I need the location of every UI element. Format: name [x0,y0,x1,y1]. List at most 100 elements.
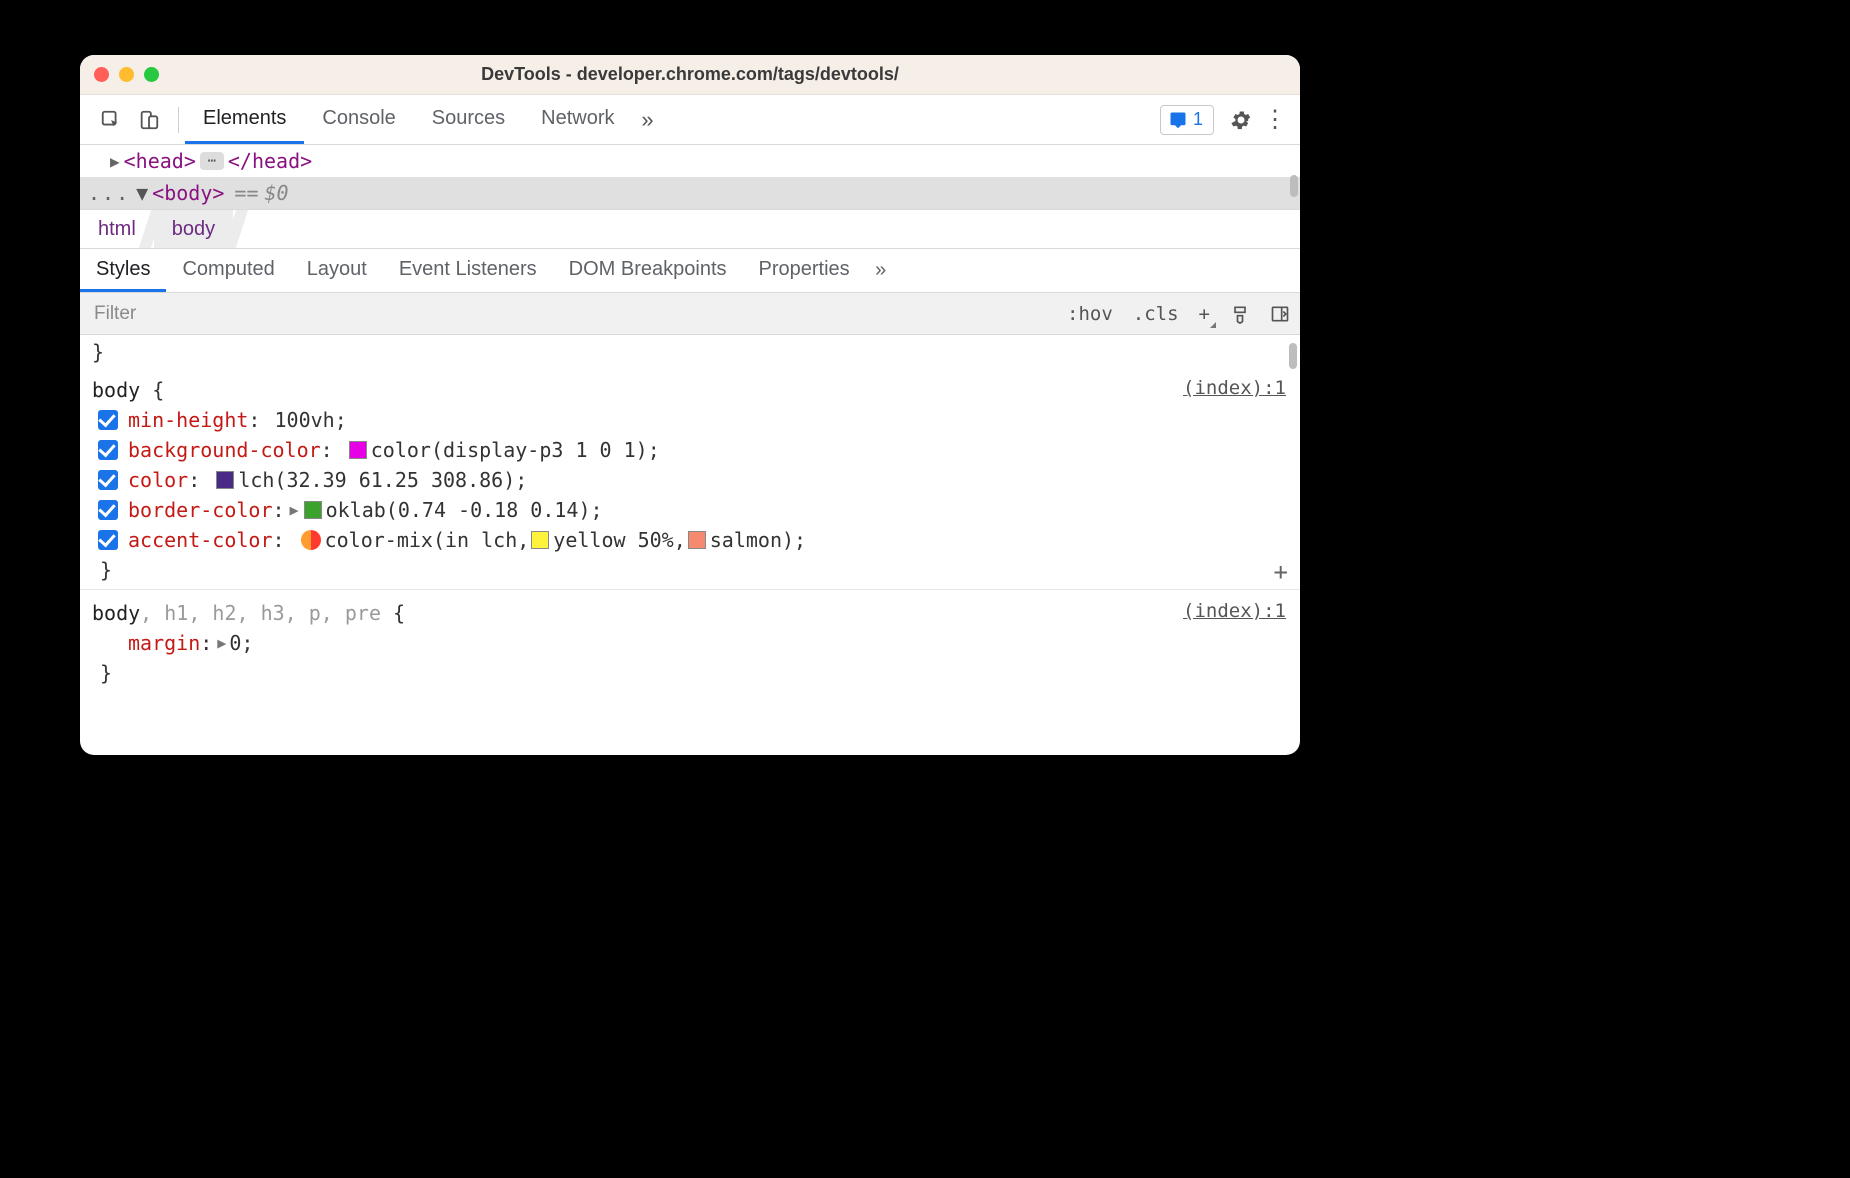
color-swatch-icon[interactable] [349,441,367,459]
styles-pane[interactable]: } (index):1 body { min-height: 100vh; ba… [80,335,1300,755]
decl-accent-color[interactable]: accent-color: color-mix(in lch, yellow 5… [92,525,1288,555]
zoom-window-button[interactable] [144,67,159,82]
prop-value[interactable]: oklab(0.74 -0.18 0.14) [326,495,591,525]
rule-source-link[interactable]: (index):1 [1183,596,1286,626]
subtabs-overflow-icon[interactable]: » [866,249,896,292]
rule-selector[interactable]: body [92,378,140,402]
new-style-rule-button[interactable]: + [1189,293,1220,334]
styles-filter-input[interactable] [80,293,1057,334]
decl-toggle-checkbox[interactable] [98,470,118,490]
prop-value-part[interactable]: color-mix(in lch, [325,525,530,555]
styles-filter-bar: :hov .cls + [80,293,1300,335]
toolbar-separator [178,107,179,133]
prev-rule-close-brace: } [80,335,1300,367]
subtab-dom-breakpoints[interactable]: DOM Breakpoints [553,249,743,292]
subtab-computed[interactable]: Computed [166,249,290,292]
inspect-element-icon[interactable] [96,107,126,133]
cls-toggle[interactable]: .cls [1123,293,1189,334]
color-swatch-icon[interactable] [304,501,322,519]
plus-icon: + [1199,303,1210,325]
color-mix-swatch-icon[interactable] [301,530,321,550]
main-tabs: Elements Console Sources Network » [185,95,663,144]
window-title: DevTools - developer.chrome.com/tags/dev… [80,64,1300,85]
decl-border-color[interactable]: border-color: ▶ oklab(0.74 -0.18 0.14); [92,495,1288,525]
selector-main: body [92,601,140,625]
insert-rule-plus-icon[interactable]: + [1274,557,1288,587]
rule-source-link[interactable]: (index):1 [1183,373,1286,403]
dom-equals: == [234,181,258,205]
tab-network[interactable]: Network [523,95,632,144]
paint-brush-icon[interactable] [1220,293,1260,334]
tab-sources[interactable]: Sources [414,95,523,144]
prop-name[interactable]: background-color [128,435,321,465]
decl-background-color[interactable]: background-color: color(display-p3 1 0 1… [92,435,1288,465]
breadcrumb: html body [80,209,1300,249]
tab-console[interactable]: Console [304,95,413,144]
crumb-body[interactable]: body [154,210,233,248]
hov-toggle[interactable]: :hov [1057,293,1123,334]
color-swatch-icon[interactable] [688,531,706,549]
dom-scrollbar[interactable] [1290,175,1298,197]
close-window-button[interactable] [94,67,109,82]
subtab-event-listeners[interactable]: Event Listeners [383,249,553,292]
decl-color[interactable]: color: lch(32.39 61.25 308.86); [92,465,1288,495]
decl-min-height[interactable]: min-height: 100vh; [92,405,1288,435]
rule-selector[interactable]: body, h1, h2, h3, p, pre [92,601,393,625]
window-controls [94,67,159,82]
expand-value-arrow-icon[interactable]: ▶ [214,628,229,658]
decl-toggle-checkbox[interactable] [98,500,118,520]
brace-close: } [92,555,1288,585]
device-toolbar-icon[interactable] [134,107,164,133]
decl-toggle-checkbox[interactable] [98,530,118,550]
brace-close: } [92,658,1288,688]
titlebar: DevTools - developer.chrome.com/tags/dev… [80,55,1300,95]
prop-name[interactable]: min-height [128,405,248,435]
prop-value[interactable]: 100vh [275,405,335,435]
dom-var-$0: $0 [265,181,289,205]
styles-scrollbar[interactable] [1289,343,1297,369]
issues-count: 1 [1193,109,1203,130]
brace-open: { [152,378,164,402]
expand-arrow-icon[interactable]: ▶ [110,152,120,171]
dom-gutter-dots: ... [88,181,130,205]
subtab-properties[interactable]: Properties [743,249,866,292]
color-swatch-icon[interactable] [531,531,549,549]
dom-tag-head-close: </head> [228,149,312,173]
more-menu-icon[interactable]: ⋮ [1258,103,1292,137]
selector-rest: , h1, h2, h3, p, pre [140,601,381,625]
minimize-window-button[interactable] [119,67,134,82]
prop-name[interactable]: accent-color [128,525,273,555]
prop-value-part[interactable]: yellow 50%, [553,525,685,555]
styles-subtabs: Styles Computed Layout Event Listeners D… [80,249,1300,293]
dom-collapsed-ellipsis[interactable]: ⋯ [200,152,224,170]
tab-elements[interactable]: Elements [185,95,304,144]
prop-name[interactable]: color [128,465,188,495]
decl-toggle-checkbox[interactable] [98,410,118,430]
prop-value[interactable]: lch(32.39 61.25 308.86) [238,465,515,495]
decl-margin[interactable]: margin: ▶ 0; [92,628,1288,658]
tabs-overflow-icon[interactable]: » [633,95,663,144]
prop-name[interactable]: margin [128,628,200,658]
issues-badge[interactable]: 1 [1160,105,1214,135]
prop-name[interactable]: border-color [128,495,273,525]
dom-tag-body: <body> [152,181,224,205]
dom-node-head[interactable]: ▶ <head> ⋯ </head> [80,145,1300,177]
computed-sidebar-toggle-icon[interactable] [1260,293,1300,334]
expand-value-arrow-icon[interactable]: ▶ [287,495,302,525]
devtools-window: DevTools - developer.chrome.com/tags/dev… [80,55,1300,755]
subtab-layout[interactable]: Layout [291,249,383,292]
settings-gear-icon[interactable] [1224,103,1258,137]
issues-icon [1169,111,1187,129]
prop-value[interactable]: color(display-p3 1 0 1) [371,435,648,465]
color-swatch-icon[interactable] [216,471,234,489]
prop-value-part[interactable]: salmon) [710,525,794,555]
dom-node-body[interactable]: ... ▼ <body> == $0 [80,177,1300,209]
expand-arrow-down-icon[interactable]: ▼ [136,181,148,205]
css-rule-body-group[interactable]: (index):1 body, h1, h2, h3, p, pre { mar… [80,590,1300,692]
subtab-styles[interactable]: Styles [80,249,166,292]
dom-tree[interactable]: ▶ <head> ⋯ </head> ... ▼ <body> == $0 [80,145,1300,209]
css-rule-body[interactable]: (index):1 body { min-height: 100vh; back… [80,367,1300,590]
prop-value[interactable]: 0 [229,628,241,658]
main-toolbar: Elements Console Sources Network » 1 ⋮ [80,95,1300,145]
decl-toggle-checkbox[interactable] [98,440,118,460]
